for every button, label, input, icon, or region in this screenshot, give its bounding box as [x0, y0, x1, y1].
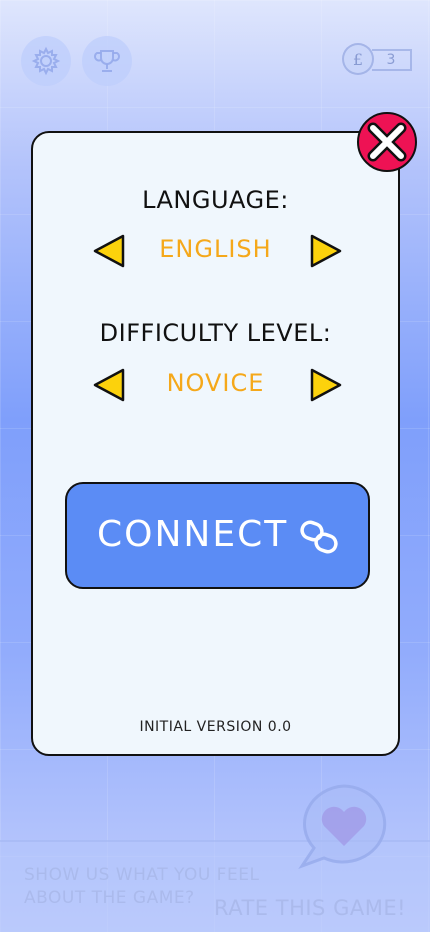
rate-game-title: RATE THIS GAME! — [214, 896, 407, 920]
settings-modal: LANGUAGE: ENGLISH DIFFICULTY LEVEL: NOVI… — [31, 131, 400, 756]
heart-bubble-icon — [298, 784, 387, 869]
gear-icon — [31, 46, 61, 76]
link-icon — [300, 520, 338, 554]
language-label: LANGUAGE: — [142, 186, 289, 214]
version-text: INITIAL VERSION 0.0 — [139, 719, 292, 735]
coin-icon: £ — [342, 43, 374, 75]
settings-button[interactable] — [21, 36, 71, 86]
difficulty-selector: NOVICE — [33, 367, 398, 403]
coin-counter: £ 3 — [342, 43, 412, 75]
connect-button[interactable]: CONNECT — [65, 482, 370, 589]
language-next-arrow-icon[interactable] — [308, 233, 344, 269]
language-selector: ENGLISH — [33, 233, 398, 269]
difficulty-next-arrow-icon[interactable] — [308, 367, 344, 403]
close-icon — [367, 122, 407, 162]
trophy-icon — [94, 50, 120, 72]
top-hud: £ 3 — [0, 0, 430, 120]
difficulty-label: DIFFICULTY LEVEL: — [99, 319, 332, 347]
coin-count: 3 — [372, 49, 412, 71]
close-button[interactable] — [357, 112, 417, 172]
connect-button-label: CONNECT — [97, 514, 289, 555]
trophy-button[interactable] — [82, 36, 132, 86]
